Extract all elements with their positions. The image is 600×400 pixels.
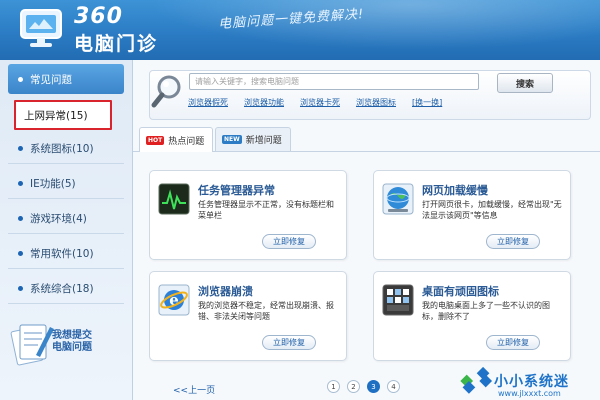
page-1-button[interactable]: 1 [327, 380, 340, 393]
issue-card-stubborn-icon: 桌面有顽固图标 我的电脑桌面上多了一些不认识的图标，删除不了 立即修复 [373, 271, 571, 361]
bullet-icon [18, 146, 23, 151]
quick-links: 浏览器假死 浏览器功能 浏览器卡死 浏览器图标 [换一换] [188, 97, 442, 108]
desktop-icon [382, 284, 414, 316]
new-badge: NEW [222, 135, 242, 144]
quick-link-refresh[interactable]: [换一换] [412, 97, 442, 108]
sidebar-item-ie-functions[interactable]: IE功能(5) [8, 169, 124, 199]
fix-now-button[interactable]: 立即修复 [486, 335, 540, 350]
globe-icon [382, 183, 414, 215]
sidebar-item-label: 常见问题 [30, 73, 72, 86]
bullet-icon [18, 286, 23, 291]
bullet-icon [18, 216, 23, 221]
card-title: 任务管理器异常 [198, 184, 275, 197]
task-manager-icon [158, 183, 190, 215]
quick-link-browser-stuck[interactable]: 浏览器卡死 [300, 97, 340, 108]
sidebar-item-common-software[interactable]: 常用软件(10) [8, 239, 124, 269]
brand-number: 360 [74, 4, 123, 29]
card-description: 我的浏览器不稳定，经常出现崩溃、报错、非法关闭等问题 [198, 301, 334, 321]
magnifier-icon [151, 75, 181, 108]
sidebar-item-system-icons[interactable]: 系统图标(10) [8, 134, 124, 164]
sidebar-item-label: 游戏环境(4) [30, 213, 87, 225]
tab-bar: HOT 热点问题 NEW 新增问题 [133, 127, 600, 152]
page-4-button[interactable]: 4 [387, 380, 400, 393]
watermark-url: www.jlxxxt.com [498, 389, 561, 398]
bullet-icon [18, 251, 23, 256]
feedback-label[interactable]: 我想提交 电脑问题 [52, 330, 92, 354]
tab-label: 热点问题 [168, 136, 205, 147]
sidebar-item-common-issues[interactable]: 常见问题 [8, 64, 124, 94]
quick-link-browser-icon[interactable]: 浏览器图标 [356, 97, 396, 108]
sidebar-item-label: IE功能(5) [30, 178, 76, 190]
sidebar-item-label: 常用软件(10) [30, 248, 94, 260]
sidebar-item-network-issues[interactable]: 上网异常(15) [14, 100, 112, 130]
bullet-icon [18, 76, 23, 82]
tab-hot-issues[interactable]: HOT 热点问题 [139, 127, 213, 152]
card-title: 浏览器崩溃 [198, 285, 253, 298]
page-2-button[interactable]: 2 [347, 380, 360, 393]
card-title: 桌面有顽固图标 [422, 285, 499, 298]
hot-badge: HOT [146, 135, 165, 145]
fix-now-button[interactable]: 立即修复 [262, 335, 316, 350]
sidebar-item-label: 上网异常(15) [24, 109, 88, 122]
bullet-icon [18, 181, 23, 186]
sidebar-item-system-general[interactable]: 系统综合(18) [8, 274, 124, 304]
ie-icon: e [158, 284, 190, 316]
tab-label: 新增问题 [245, 136, 282, 146]
pagination: 1 2 3 4 [327, 380, 400, 393]
app-header: 360 电脑门诊 电脑问题一键免费解决! [0, 0, 600, 60]
sidebar-item-label: 系统综合(18) [30, 283, 94, 295]
page-3-button[interactable]: 3 [367, 380, 380, 393]
fix-now-button[interactable]: 立即修复 [486, 234, 540, 249]
issue-card-browser-crash: e 浏览器崩溃 我的浏览器不稳定，经常出现崩溃、报错、非法关闭等问题 立即修复 [149, 271, 347, 361]
feedback-label-line1: 我想提交 [52, 330, 92, 341]
search-button[interactable]: 搜索 [497, 73, 553, 93]
card-title: 网页加载缓慢 [422, 184, 488, 197]
watermark-name: 小小系统迷 [494, 374, 569, 390]
tab-new-issues[interactable]: NEW 新增问题 [215, 127, 291, 151]
computer-logo-icon [20, 9, 62, 47]
quick-link-browser-freeze[interactable]: 浏览器假死 [188, 97, 228, 108]
issue-card-slow-page: 网页加载缓慢 打开网页很卡，加载缓慢，经常出现"无法显示该网页"等信息 立即修复 [373, 170, 571, 260]
sidebar-item-game-environment[interactable]: 游戏环境(4) [8, 204, 124, 234]
previous-page-link[interactable]: <<上一页 [173, 383, 215, 396]
quick-link-browser-function[interactable]: 浏览器功能 [244, 97, 284, 108]
brand-name: 电脑门诊 [74, 33, 159, 55]
issue-card-task-manager: 任务管理器异常 任务管理器显示不正常，没有标题栏和菜单栏 立即修复 [149, 170, 347, 260]
sidebar-item-label: 系统图标(10) [30, 143, 94, 155]
card-description: 打开网页很卡，加载缓慢，经常出现"无法显示该网页"等信息 [422, 200, 562, 220]
feedback-label-line2: 电脑问题 [52, 342, 92, 353]
fix-now-button[interactable]: 立即修复 [262, 234, 316, 249]
card-description: 我的电脑桌面上多了一些不认识的图标，删除不了 [422, 301, 550, 321]
search-input[interactable] [189, 73, 479, 90]
card-description: 任务管理器显示不正常，没有标题栏和菜单栏 [198, 200, 334, 220]
